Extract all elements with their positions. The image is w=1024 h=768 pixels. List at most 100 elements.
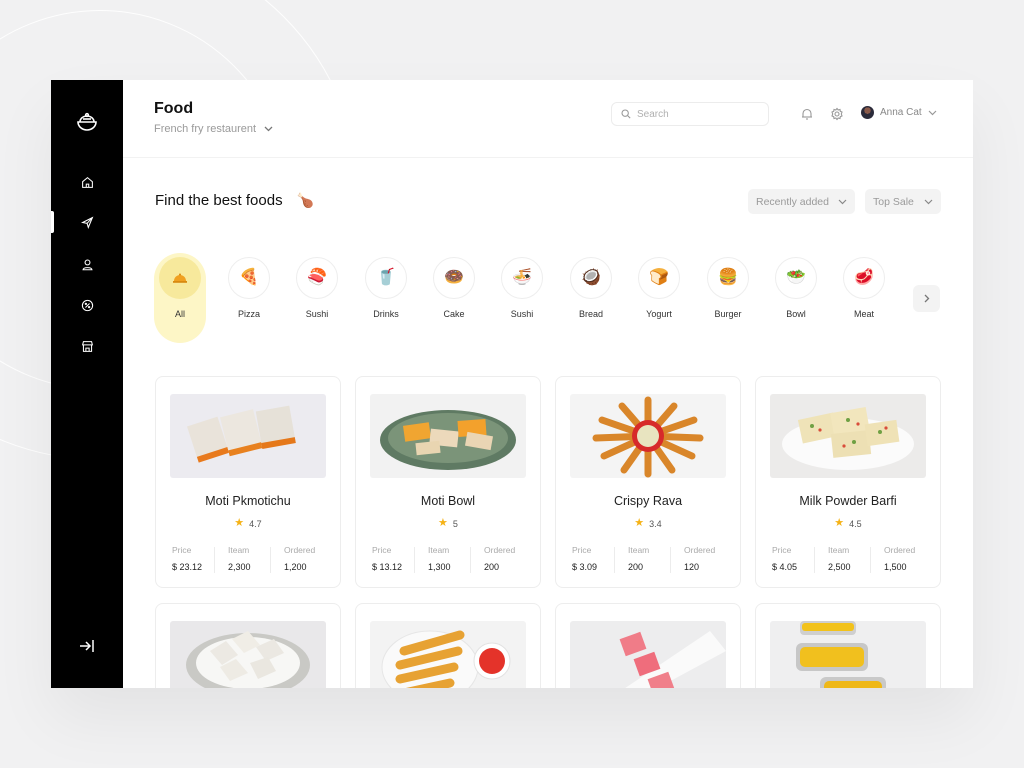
main-content: Food French fry restaurent Anna Cat [123, 80, 973, 688]
price-value: $ 13.12 [372, 562, 403, 572]
sidebar-item-store[interactable] [77, 336, 97, 356]
user-icon [81, 259, 93, 270]
food-image [170, 394, 326, 478]
drink-icon: 🥤 [365, 257, 407, 299]
category-meat[interactable]: 🥩 Meat [838, 253, 890, 343]
app-window: Food French fry restaurent Anna Cat [51, 80, 973, 688]
category-drinks[interactable]: 🥤 Drinks [360, 253, 412, 343]
item-label: Iteam [828, 545, 850, 555]
topbar: Food French fry restaurent Anna Cat [123, 80, 973, 158]
food-image [770, 394, 926, 478]
rating-value: 4.5 [849, 518, 862, 529]
rating-value: 4.7 [249, 518, 262, 529]
ordered-label: Ordered [484, 545, 516, 555]
sidebar-item-profile[interactable] [77, 254, 97, 274]
section-title-text: Find the best foods [155, 192, 283, 209]
item-value: 2,500 [828, 562, 851, 572]
food-card[interactable]: Moti Bowl ★ 5 Price $ 13.12 Iteam 1,300 Or… [355, 376, 541, 588]
category-label: Bread [578, 309, 604, 319]
restaurant-selector[interactable]: French fry restaurent [154, 123, 273, 135]
page-title: Food [154, 100, 194, 117]
category-label: Yogurt [646, 309, 672, 319]
category-yogurt[interactable]: 🍞 Yogurt [633, 253, 685, 343]
meat-icon: 🥩 [843, 257, 885, 299]
donut-icon: 🍩 [433, 257, 475, 299]
search-box[interactable] [611, 102, 769, 126]
category-label: Burger [714, 309, 742, 319]
food-bowl-logo-icon[interactable] [75, 110, 99, 134]
ordered-value: 1,200 [284, 562, 307, 572]
food-card[interactable]: Crispy Rava ★ 3.4 Price $ 3.09 Iteam 200 O… [555, 376, 741, 588]
food-card[interactable]: Milk Powder Barfi ★ 4.5 Price $ 4.05 Itea… [755, 376, 941, 588]
category-sushi[interactable]: 🍣 Sushi [291, 253, 343, 343]
food-rating: ★ 3.4 [556, 518, 740, 529]
price-value: $ 4.05 [772, 562, 798, 572]
item-label: Iteam [628, 545, 650, 555]
categories-next-button[interactable] [913, 285, 940, 312]
food-card[interactable] [755, 603, 941, 688]
sort-top-sale-dropdown[interactable]: Top Sale [865, 189, 941, 214]
chevron-down-icon [924, 199, 933, 204]
sidebar-item-send[interactable] [77, 212, 97, 232]
food-image [370, 621, 526, 688]
price-value: $ 23.12 [172, 562, 203, 572]
rating-value: 3.4 [649, 518, 662, 529]
food-name: Moti Pkmotichu [205, 494, 291, 508]
category-label: Pizza [237, 309, 260, 319]
settings-gear-icon[interactable] [830, 107, 844, 121]
food-card[interactable] [355, 603, 541, 688]
rating-value: 5 [452, 518, 458, 529]
food-card[interactable]: Moti Pkmotichu ★ 4.7 Price $ 23.12 Iteam 2… [155, 376, 341, 588]
price-label: Price [172, 545, 192, 555]
sidebar-item-home[interactable] [77, 172, 97, 192]
noodle-bowl-icon: 🍜 [501, 257, 543, 299]
food-card[interactable] [555, 603, 741, 688]
category-label: Bowl [786, 309, 806, 319]
category-bread[interactable]: 🥥 Bread [565, 253, 617, 343]
food-name: Crispy Rava [613, 494, 683, 508]
item-value: 200 [628, 562, 644, 572]
restaurant-name: French fry restaurent [154, 123, 257, 135]
sort-recently-added-dropdown[interactable]: Recently added [748, 189, 855, 214]
chevron-right-icon [924, 294, 929, 303]
category-label: All [174, 309, 185, 319]
category-noodles[interactable]: 🍜 Sushi [496, 253, 548, 343]
ordered-value: 120 [684, 562, 700, 572]
item-value: 2,300 [228, 562, 251, 572]
food-name: Milk Powder Barfi [799, 494, 897, 508]
food-stats: Price $ 23.12 Iteam 2,300 Ordered 1,200 [172, 545, 326, 573]
star-icon: ★ [234, 517, 245, 529]
category-burger[interactable]: 🍔 Burger [702, 253, 754, 343]
price-value: $ 3.09 [572, 562, 598, 572]
collapse-sidebar-icon[interactable] [77, 636, 97, 656]
chevron-down-icon [838, 199, 847, 204]
food-card[interactable] [155, 603, 341, 688]
star-icon: ★ [438, 517, 448, 529]
sidebar-item-discount[interactable] [77, 295, 97, 315]
search-input[interactable] [637, 108, 757, 120]
category-label: Cake [443, 309, 465, 319]
food-rating: ★ 4.5 [756, 518, 940, 529]
sidebar [51, 80, 123, 688]
avatar [861, 106, 874, 119]
food-name: Moti Bowl [420, 494, 476, 508]
price-label: Price [772, 545, 792, 555]
ordered-label: Ordered [684, 545, 716, 555]
item-value: 1,300 [428, 562, 451, 572]
category-pizza[interactable]: 🍕 Pizza [223, 253, 275, 343]
section-heading: Find the best foods 🍗 [155, 192, 314, 209]
category-cake[interactable]: 🍩 Cake [428, 253, 480, 343]
category-bowl[interactable]: 🥗 Bowl [770, 253, 822, 343]
toast-icon: 🍞 [638, 257, 680, 299]
item-label: Iteam [428, 545, 450, 555]
category-all[interactable]: All [154, 253, 206, 343]
user-name: Anna Cat [880, 107, 922, 118]
ordered-label: Ordered [284, 545, 316, 555]
notification-bell-icon[interactable] [800, 107, 814, 121]
chevron-down-icon [928, 110, 937, 115]
food-stats: Price $ 13.12 Iteam 1,300 Ordered 200 [372, 545, 526, 573]
food-image [570, 621, 726, 688]
user-menu[interactable]: Anna Cat [861, 106, 937, 119]
food-image [370, 394, 526, 478]
cloche-icon [159, 257, 201, 299]
